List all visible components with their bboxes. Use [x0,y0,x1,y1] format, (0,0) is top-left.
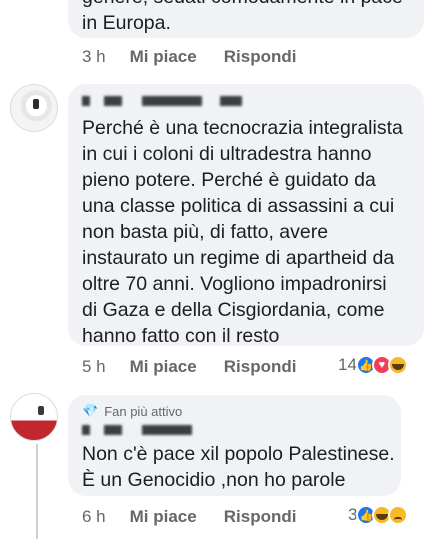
comment-timestamp[interactable]: 6 h [82,507,106,527]
thread-line [36,444,38,539]
like-button[interactable]: Mi piace [130,47,197,67]
avatar-image [33,99,39,109]
like-button[interactable]: Mi piace [130,507,197,527]
reply-button[interactable]: Rispondi [224,507,297,527]
sad-icon [388,505,409,525]
reaction-summary[interactable]: 3 👍 [348,505,409,525]
avatar[interactable] [10,84,58,132]
avatar[interactable] [10,393,58,441]
comment-text: Perché è una tecnocrazia integralista in… [82,117,403,347]
reply-button[interactable]: Rispondi [224,357,297,377]
comment-timestamp[interactable]: 5 h [82,357,106,377]
diamond-icon: 💎 [82,403,99,418]
comment-bubble: Perché è una tecnocrazia integralista in… [68,84,424,347]
author-name-redacted[interactable] [82,96,242,106]
avatar-image [38,406,44,415]
comment-text: Non c'è pace xil popolo Palestinese. È u… [82,443,395,491]
like-button[interactable]: Mi piace [130,357,197,377]
reaction-count: 14 [338,355,357,374]
haha-icon [387,355,408,375]
comment-actions: 6 h Mi piace Rispondi [82,507,296,527]
comment-timestamp[interactable]: 3 h [82,47,106,67]
comment-actions: 3 h Mi piace Rispondi [82,47,296,67]
comment-bubble: genere, sedati comodamente in pace in Eu… [68,0,424,38]
badge-label: Fan più attivo [104,403,183,419]
top-fan-badge: 💎 Fan più attivo [82,403,182,419]
reply-button[interactable]: Rispondi [224,47,297,67]
comment-bubble: 💎 Fan più attivo Non c'è pace xil popolo… [68,395,401,496]
comment-text: genere, sedati comodamente in pace in Eu… [82,0,403,34]
reaction-summary[interactable]: 14 👍 ♥ [338,355,408,375]
comment-actions: 5 h Mi piace Rispondi [82,357,296,377]
author-name-redacted[interactable] [82,425,192,435]
